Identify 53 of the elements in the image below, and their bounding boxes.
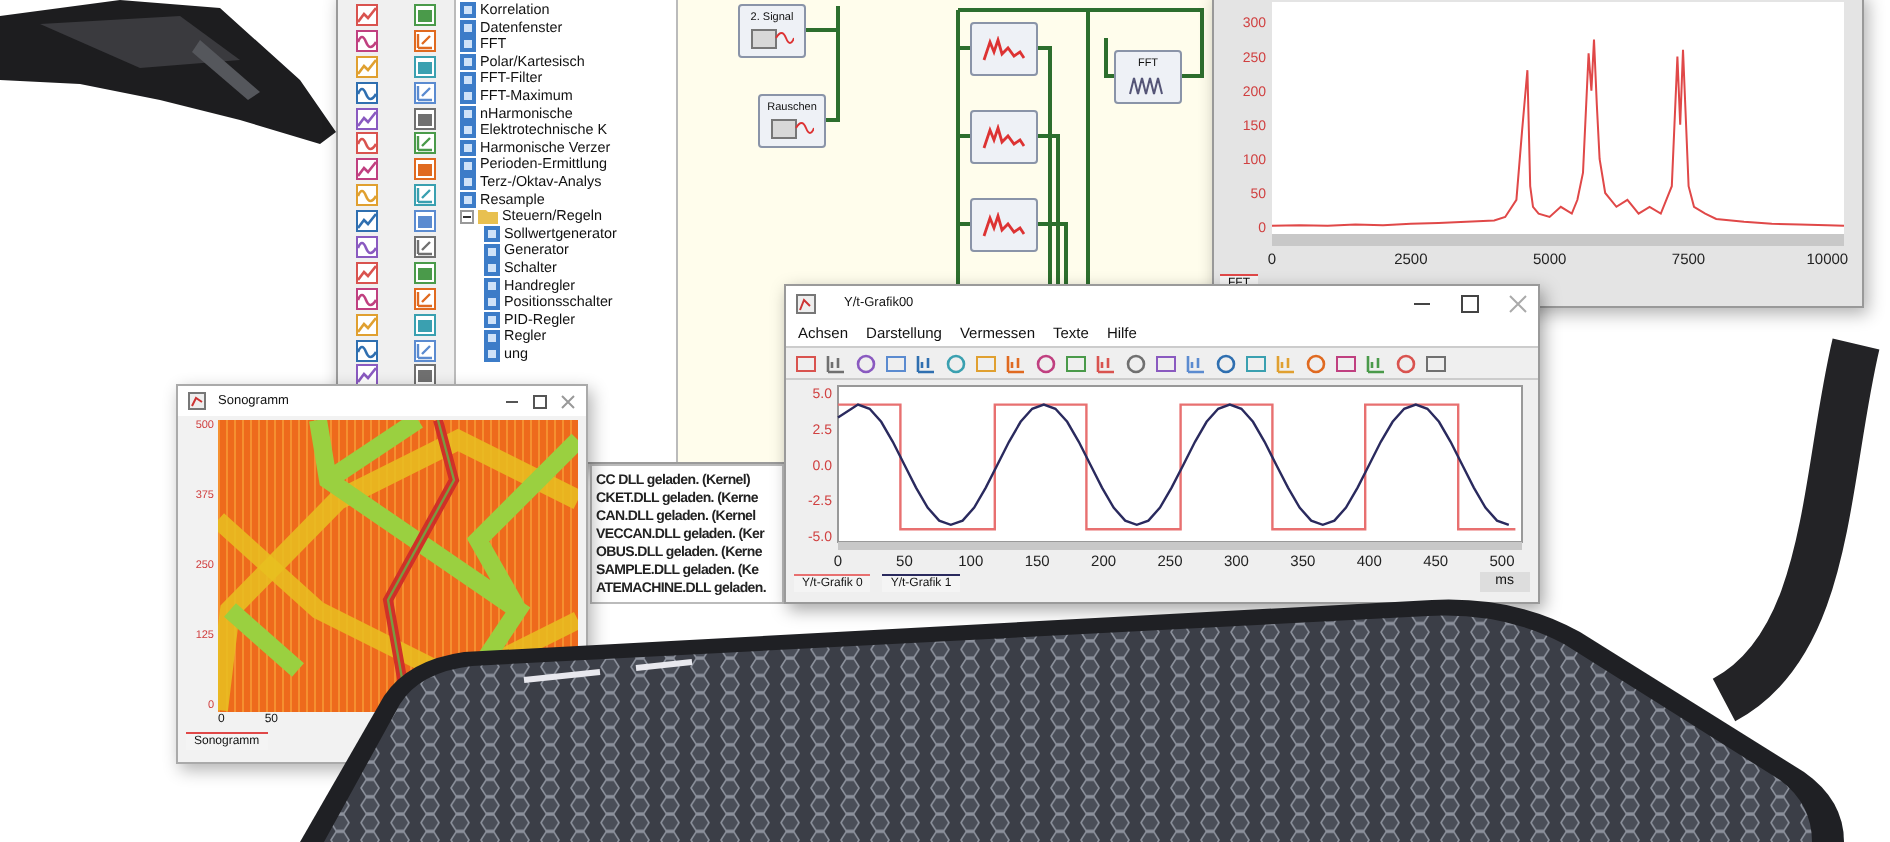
chart-icon[interactable] — [356, 3, 378, 26]
tool-icon[interactable] — [916, 353, 936, 373]
tool-icon[interactable] — [826, 353, 846, 373]
chart-icon[interactable] — [414, 3, 436, 26]
folder-icon — [478, 208, 498, 225]
graph-icon — [982, 123, 1026, 151]
tool-icon[interactable] — [1186, 353, 1206, 373]
chart-icon[interactable] — [356, 55, 378, 78]
chart-icon[interactable] — [414, 339, 436, 362]
chart-icon[interactable] — [356, 29, 378, 52]
chart-icon[interactable] — [414, 235, 436, 258]
chart-icon[interactable] — [356, 339, 378, 362]
chart-icon[interactable] — [414, 184, 436, 207]
maximize-icon[interactable] — [532, 393, 548, 409]
chart-icon[interactable] — [356, 210, 378, 233]
chart-icon[interactable] — [356, 364, 378, 387]
app-icon — [796, 293, 816, 313]
close-icon[interactable] — [1508, 293, 1528, 313]
chart-icon[interactable] — [356, 81, 378, 104]
app-icon — [188, 392, 206, 410]
generator-icon — [770, 116, 814, 140]
chart-icon[interactable] — [414, 55, 436, 78]
chart-icon[interactable] — [414, 313, 436, 336]
chart-icon[interactable] — [356, 184, 378, 207]
chart-icon[interactable] — [414, 364, 436, 387]
close-icon[interactable] — [560, 393, 576, 409]
graph-icon — [982, 211, 1026, 239]
chart-icon[interactable] — [414, 158, 436, 181]
tool-icon[interactable] — [1096, 353, 1116, 373]
generator-icon — [750, 26, 794, 50]
chart-icon[interactable] — [414, 81, 436, 104]
chart-icon[interactable] — [356, 132, 378, 155]
chart-icon[interactable] — [356, 235, 378, 258]
collapse-toggle-icon[interactable] — [460, 209, 474, 224]
diagram-block[interactable] — [970, 198, 1038, 252]
diagram-block[interactable] — [970, 22, 1038, 76]
chart-icon[interactable] — [356, 107, 378, 129]
chart-icon[interactable] — [414, 261, 436, 284]
chart-icon[interactable] — [414, 287, 436, 310]
graph-icon — [982, 35, 1026, 63]
chart-icon[interactable] — [356, 261, 378, 284]
chart-icon[interactable] — [414, 210, 436, 233]
chart-icon[interactable] — [356, 287, 378, 310]
chart-icon[interactable] — [414, 132, 436, 155]
chart-icon[interactable] — [356, 313, 378, 336]
chart-icon[interactable] — [356, 158, 378, 181]
tool-icon[interactable] — [1366, 353, 1386, 373]
maximize-icon[interactable] — [1460, 293, 1480, 313]
tool-icon[interactable] — [1006, 353, 1026, 373]
diagram-block[interactable] — [970, 110, 1038, 164]
chart-icon[interactable] — [414, 29, 436, 52]
tool-icon[interactable] — [796, 353, 816, 373]
chart-icon[interactable] — [414, 107, 436, 129]
